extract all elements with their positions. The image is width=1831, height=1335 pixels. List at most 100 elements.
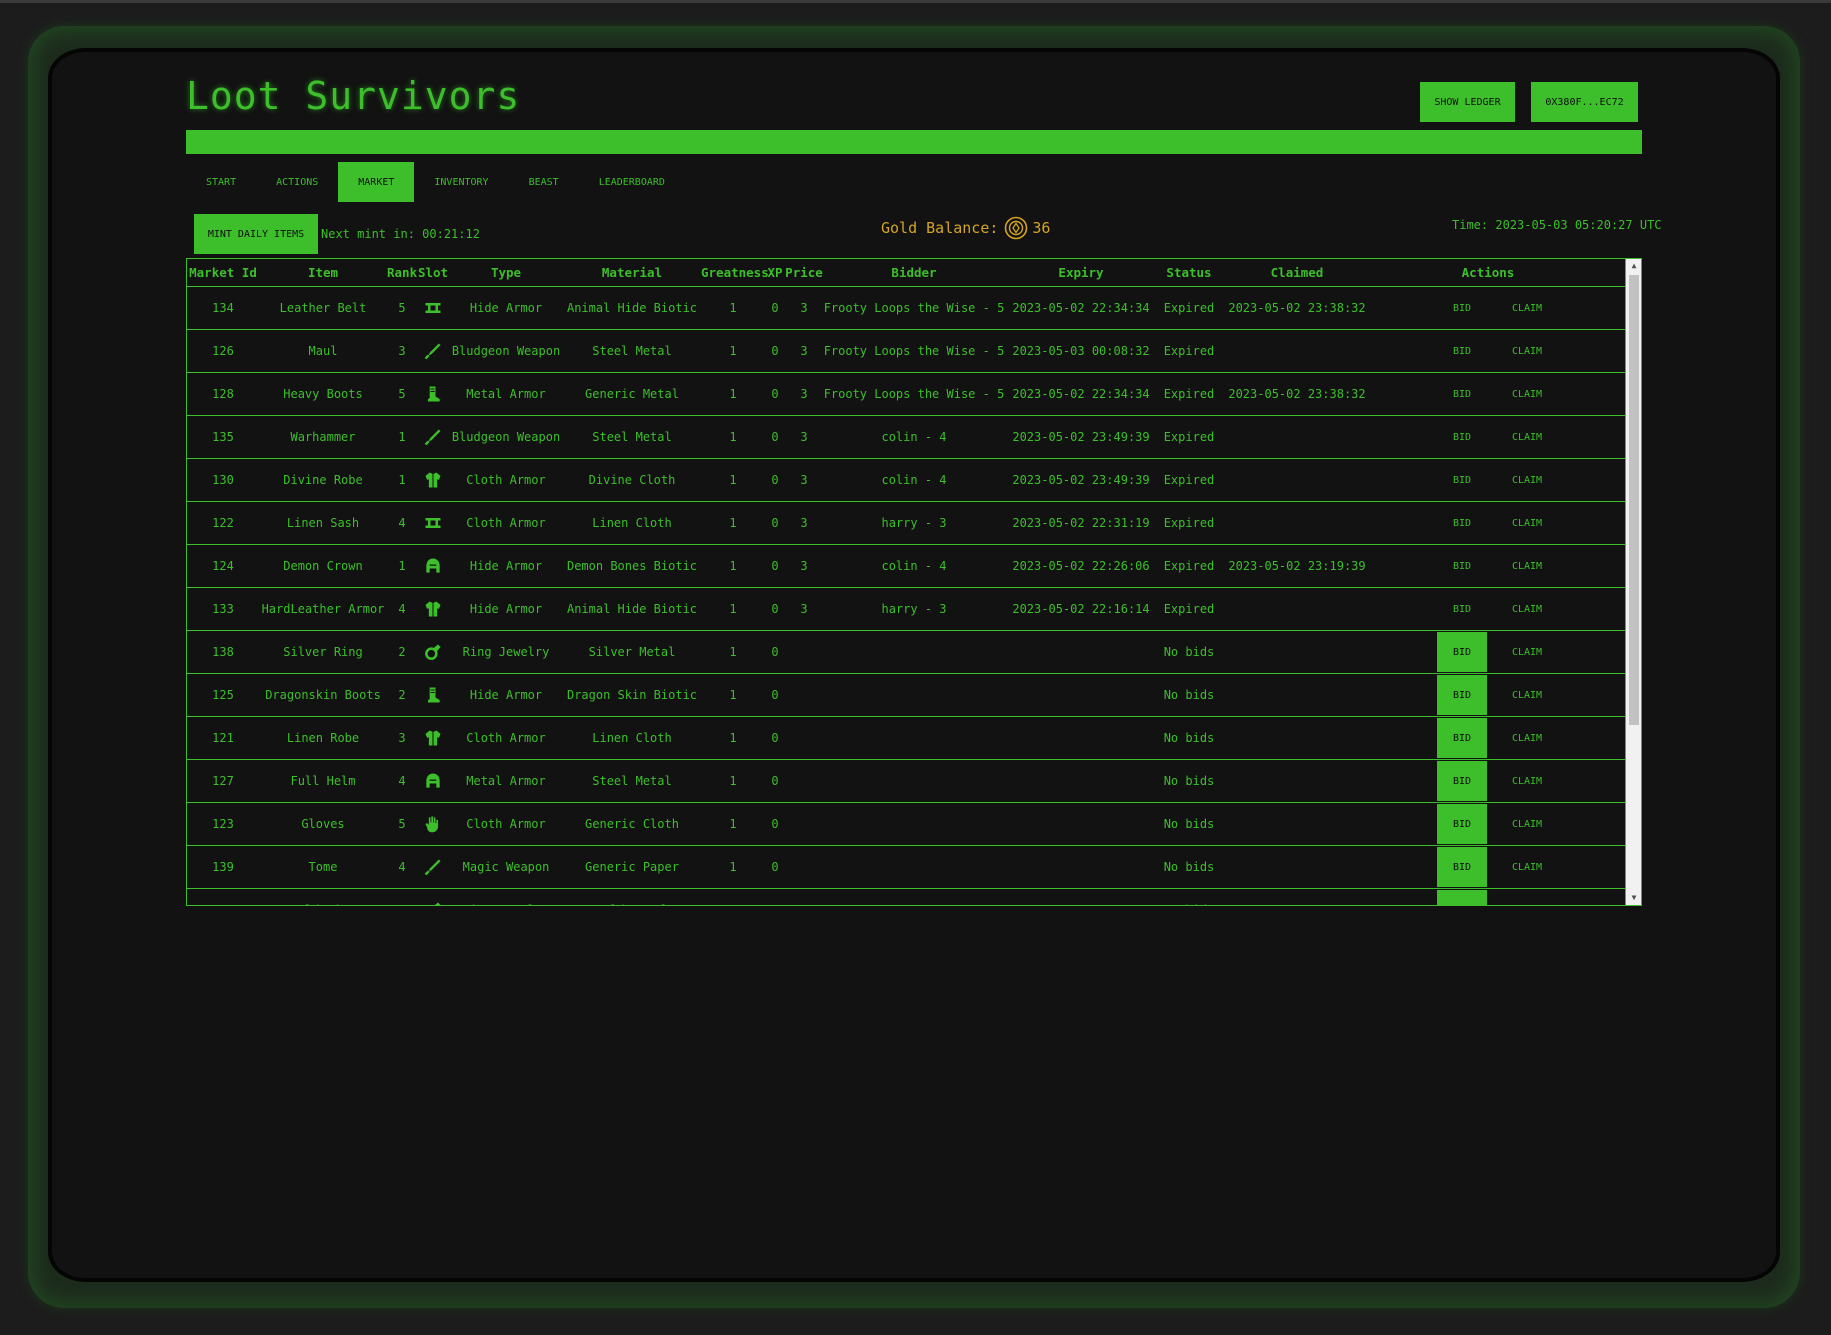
cell-greatness: 1: [729, 516, 737, 530]
tab-beast[interactable]: BEAST: [509, 162, 579, 202]
claim-button[interactable]: CLAIM: [1502, 890, 1552, 906]
claim-button[interactable]: CLAIM: [1502, 804, 1552, 844]
cell-type: Hide Armor: [469, 301, 543, 315]
claim-button[interactable]: CLAIM: [1502, 460, 1552, 500]
cell-type: Hide Armor: [469, 559, 543, 573]
weapon-icon-cell: [417, 846, 449, 888]
claim-button[interactable]: CLAIM: [1502, 632, 1552, 672]
scroll-thumb[interactable]: [1629, 275, 1639, 725]
bid-button[interactable]: BID: [1437, 288, 1487, 328]
cell-expiry: 2023-05-02 22:16:14: [1012, 602, 1150, 616]
tab-start[interactable]: START: [186, 162, 256, 202]
bid-button[interactable]: BID: [1437, 460, 1487, 500]
market-table: Market Id Item Rank Slot Type Material G…: [186, 258, 1642, 906]
cell-xp: 0: [771, 344, 779, 358]
tab-inventory[interactable]: INVENTORY: [414, 162, 508, 202]
weapon-icon-cell: [417, 330, 449, 372]
cell-bidder: harry - 3: [881, 516, 947, 530]
cell-item: HardLeather Armor: [261, 602, 385, 616]
cell-type: Bludgeon Weapon: [451, 430, 561, 444]
cell-item: Leather Belt: [279, 301, 367, 315]
claim-button[interactable]: CLAIM: [1502, 589, 1552, 629]
table-row: 138 Silver Ring 2 Ring Jewelry Silver Metal…: [187, 631, 1625, 674]
claim-button[interactable]: CLAIM: [1502, 847, 1552, 887]
bid-button[interactable]: BID: [1437, 761, 1487, 801]
claim-button[interactable]: CLAIM: [1502, 288, 1552, 328]
cell-material: Gold Metal: [563, 889, 701, 905]
cell-id: 131: [187, 889, 259, 905]
claim-button[interactable]: CLAIM: [1502, 718, 1552, 758]
cell-type: Cloth Armor: [466, 516, 546, 530]
scroll-up-icon[interactable]: ▲: [1626, 259, 1641, 273]
cell-status: Expired: [1163, 602, 1215, 616]
cell-rank: 5: [398, 817, 406, 831]
cell-expiry: 2023-05-02 23:49:39: [1012, 473, 1150, 487]
bid-button[interactable]: BID: [1437, 546, 1487, 586]
cell-item: Demon Crown: [283, 559, 363, 573]
cell-rank: 5: [398, 301, 406, 315]
cell-item: Linen Sash: [286, 516, 360, 530]
cell-type: Hide Armor: [469, 602, 543, 616]
bid-button[interactable]: BID: [1437, 675, 1487, 715]
col-actions: Actions: [1461, 265, 1515, 280]
bid-button[interactable]: BID: [1437, 503, 1487, 543]
cell-type: Ring Jewelry: [462, 645, 550, 659]
cell-material: Dragon Skin Biotic: [566, 688, 698, 702]
cell-xp: 0: [771, 731, 779, 745]
table-row: 128 Heavy Boots 5 Metal Armor Generic Metal…: [187, 373, 1625, 416]
bid-button[interactable]: BID: [1437, 804, 1487, 844]
claim-button[interactable]: CLAIM: [1502, 761, 1552, 801]
bid-button[interactable]: BID: [1437, 890, 1487, 905]
claim-button[interactable]: CLAIM: [1502, 546, 1552, 586]
claim-button[interactable]: CLAIM: [1502, 675, 1552, 715]
cell-bidder: Frooty Loops the Wise - 5: [823, 301, 1005, 315]
bid-button[interactable]: BID: [1437, 847, 1487, 887]
show-ledger-button[interactable]: SHOW LEDGER: [1420, 82, 1515, 122]
cell-rank: 1: [398, 430, 406, 444]
cell-greatness: 1: [729, 387, 737, 401]
weapon-icon: [424, 343, 441, 360]
wallet-button[interactable]: 0X380F...EC72: [1531, 82, 1638, 122]
tab-actions[interactable]: ACTIONS: [256, 162, 338, 202]
cell-rank: 1: [398, 473, 406, 487]
claim-button[interactable]: CLAIM: [1502, 331, 1552, 371]
table-scrollbar[interactable]: ▲ ▼: [1625, 259, 1641, 905]
bid-button[interactable]: BID: [1437, 718, 1487, 758]
mint-daily-items-button[interactable]: MINT DAILY ITEMS: [194, 214, 318, 254]
chest-icon: [425, 730, 441, 746]
bid-button[interactable]: BID: [1437, 374, 1487, 414]
scroll-down-icon[interactable]: ▼: [1626, 891, 1641, 905]
glove-icon-cell: [417, 803, 449, 845]
tab-market[interactable]: MARKET: [338, 162, 415, 202]
cell-claimed: 2023-05-02 23:19:39: [1228, 559, 1366, 573]
claim-button[interactable]: CLAIM: [1502, 417, 1552, 457]
table-row: 125 Dragonskin Boots 2 Hide Armor Dragon Sk…: [187, 674, 1625, 717]
cell-xp: 0: [771, 559, 779, 573]
bid-button[interactable]: BID: [1437, 417, 1487, 457]
table-row: 121 Linen Robe 3 Cloth Armor Linen Cloth 1 0 N…: [187, 717, 1625, 760]
table-row: 131Gold Ring1 Ring JewelryGold Metal10No…: [187, 889, 1625, 906]
cell-greatness: 1: [729, 774, 737, 788]
cell-id: 139: [212, 860, 234, 874]
cell-greatness: 1: [729, 645, 737, 659]
cell-type: Cloth Armor: [466, 473, 546, 487]
cell-rank: 4: [398, 860, 406, 874]
top-edge-line: [0, 0, 1831, 3]
table-row: 133 HardLeather Armor 4 Hide Armor Animal H…: [187, 588, 1625, 631]
cell-id: 134: [212, 301, 234, 315]
boot-icon-cell: [417, 373, 449, 415]
bid-button[interactable]: BID: [1437, 632, 1487, 672]
claim-button[interactable]: CLAIM: [1502, 503, 1552, 543]
glove-icon: [425, 816, 438, 833]
cell-bidder: harry - 3: [881, 602, 947, 616]
bid-button[interactable]: BID: [1437, 331, 1487, 371]
bid-button[interactable]: BID: [1437, 589, 1487, 629]
col-market-id: Market Id: [189, 265, 257, 280]
cell-xp: 0: [771, 516, 779, 530]
col-claimed: Claimed: [1270, 265, 1324, 280]
cell-status: Expired: [1163, 387, 1215, 401]
tab-leaderboard[interactable]: LEADERBOARD: [579, 162, 685, 202]
claim-button[interactable]: CLAIM: [1502, 374, 1552, 414]
cell-material: Steel Metal: [592, 344, 672, 358]
cell-item: Silver Ring: [283, 645, 363, 659]
